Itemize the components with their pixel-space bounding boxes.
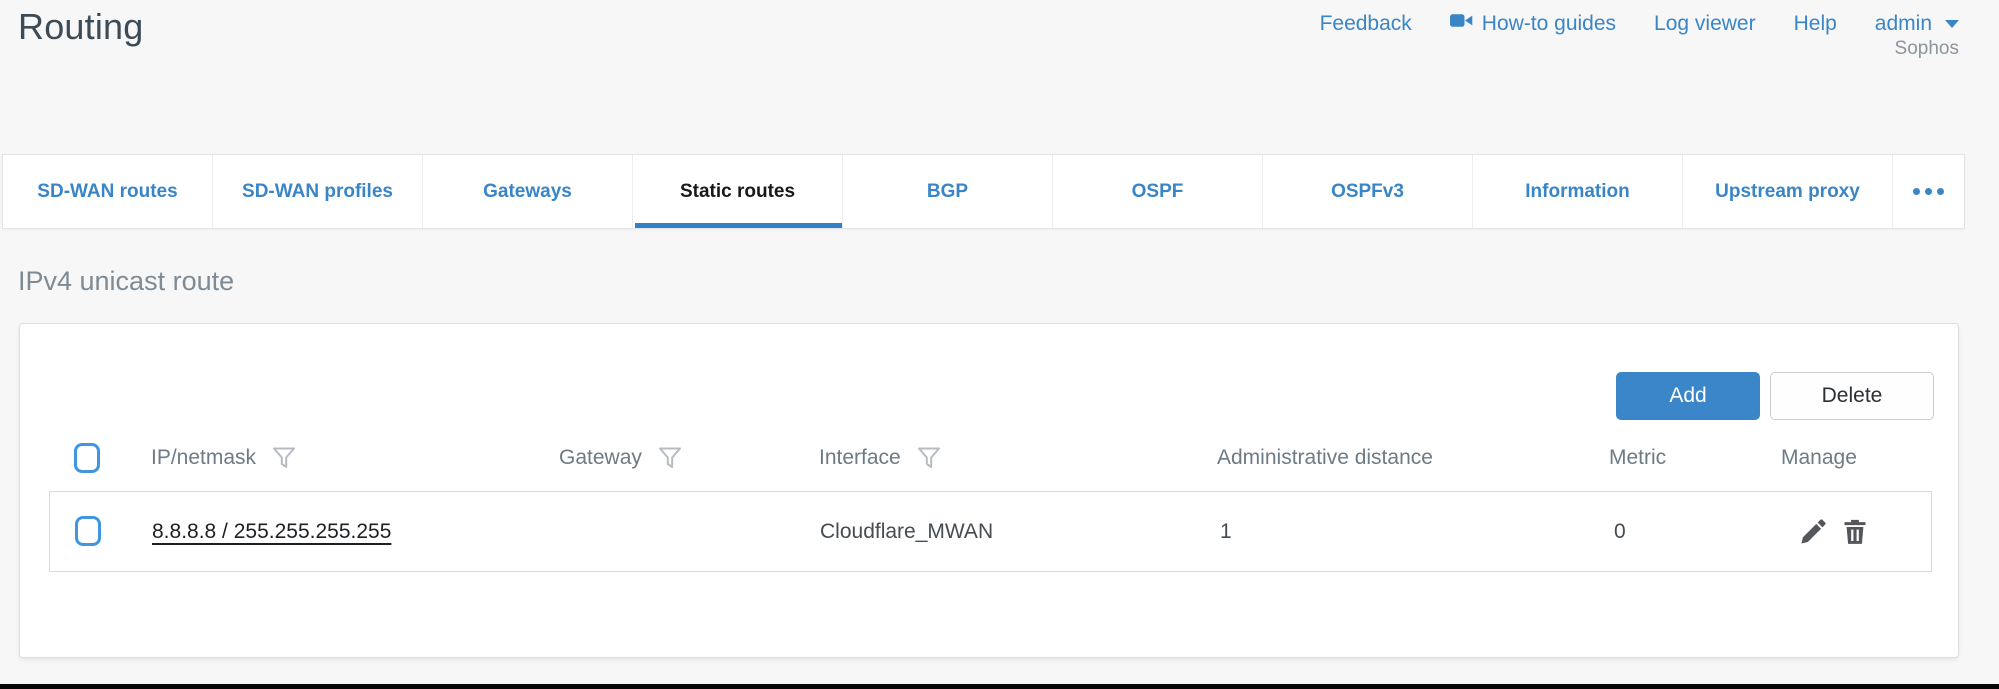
bottom-bar — [0, 684, 1999, 689]
brand-label: Sophos — [1895, 38, 1959, 60]
how-to-guides-link[interactable]: How-to guides — [1450, 11, 1616, 36]
table-row: 8.8.8.8 / 255.255.255.255 Cloudflare_MWA… — [49, 491, 1932, 572]
routes-card: Add Delete IP/netmask Gateway Interface — [19, 323, 1959, 658]
column-header-manage: Manage — [1781, 443, 1857, 473]
edit-pencil-icon[interactable] — [1798, 517, 1828, 547]
log-viewer-link[interactable]: Log viewer — [1654, 12, 1756, 36]
cell-manage — [1798, 492, 1870, 571]
page-title: Routing — [18, 6, 143, 48]
more-tabs-icon — [1913, 188, 1920, 195]
cell-ip-netmask: 8.8.8.8 / 255.255.255.255 — [152, 492, 391, 571]
delete-trash-icon[interactable] — [1840, 517, 1870, 547]
help-link[interactable]: Help — [1794, 12, 1837, 36]
caret-down-icon — [1945, 20, 1959, 28]
column-header-metric: Metric — [1609, 443, 1666, 473]
tab-sdwan-profiles[interactable]: SD-WAN profiles — [213, 155, 423, 228]
feedback-link[interactable]: Feedback — [1320, 12, 1412, 36]
cell-administrative-distance: 1 — [1220, 492, 1232, 571]
section-heading: IPv4 unicast route — [18, 266, 234, 297]
filter-icon[interactable] — [271, 445, 297, 471]
routing-page: Routing Feedback How-to guides Log viewe… — [0, 0, 1999, 689]
tab-information[interactable]: Information — [1473, 155, 1683, 228]
column-header-administrative-distance: Administrative distance — [1217, 443, 1433, 473]
column-header-interface: Interface — [819, 443, 942, 473]
filter-icon[interactable] — [916, 445, 942, 471]
column-header-ip-netmask: IP/netmask — [151, 443, 297, 473]
tab-gateways[interactable]: Gateways — [423, 155, 633, 228]
tab-upstream-proxy[interactable]: Upstream proxy — [1683, 155, 1893, 228]
tab-ospf[interactable]: OSPF — [1053, 155, 1263, 228]
cell-metric: 0 — [1614, 492, 1626, 571]
tab-static-routes[interactable]: Static routes — [633, 155, 843, 228]
select-all-checkbox[interactable] — [74, 443, 100, 473]
delete-button[interactable]: Delete — [1770, 372, 1934, 420]
column-header-gateway: Gateway — [559, 443, 683, 473]
video-camera-icon — [1450, 11, 1473, 36]
tab-sdwan-routes[interactable]: SD-WAN routes — [3, 155, 213, 228]
tab-bgp[interactable]: BGP — [843, 155, 1053, 228]
route-link[interactable]: 8.8.8.8 / 255.255.255.255 — [152, 520, 391, 544]
admin-menu[interactable]: admin — [1875, 12, 1959, 36]
tab-bar: SD-WAN routes SD-WAN profiles Gateways S… — [2, 154, 1965, 229]
tab-ospfv3[interactable]: OSPFv3 — [1263, 155, 1473, 228]
top-navigation: Feedback How-to guides Log viewer Help a… — [1320, 11, 1959, 36]
filter-icon[interactable] — [657, 445, 683, 471]
row-checkbox[interactable] — [75, 516, 101, 546]
cell-interface: Cloudflare_MWAN — [820, 492, 993, 571]
add-button[interactable]: Add — [1616, 372, 1760, 420]
more-tabs-button[interactable] — [1893, 155, 1964, 228]
